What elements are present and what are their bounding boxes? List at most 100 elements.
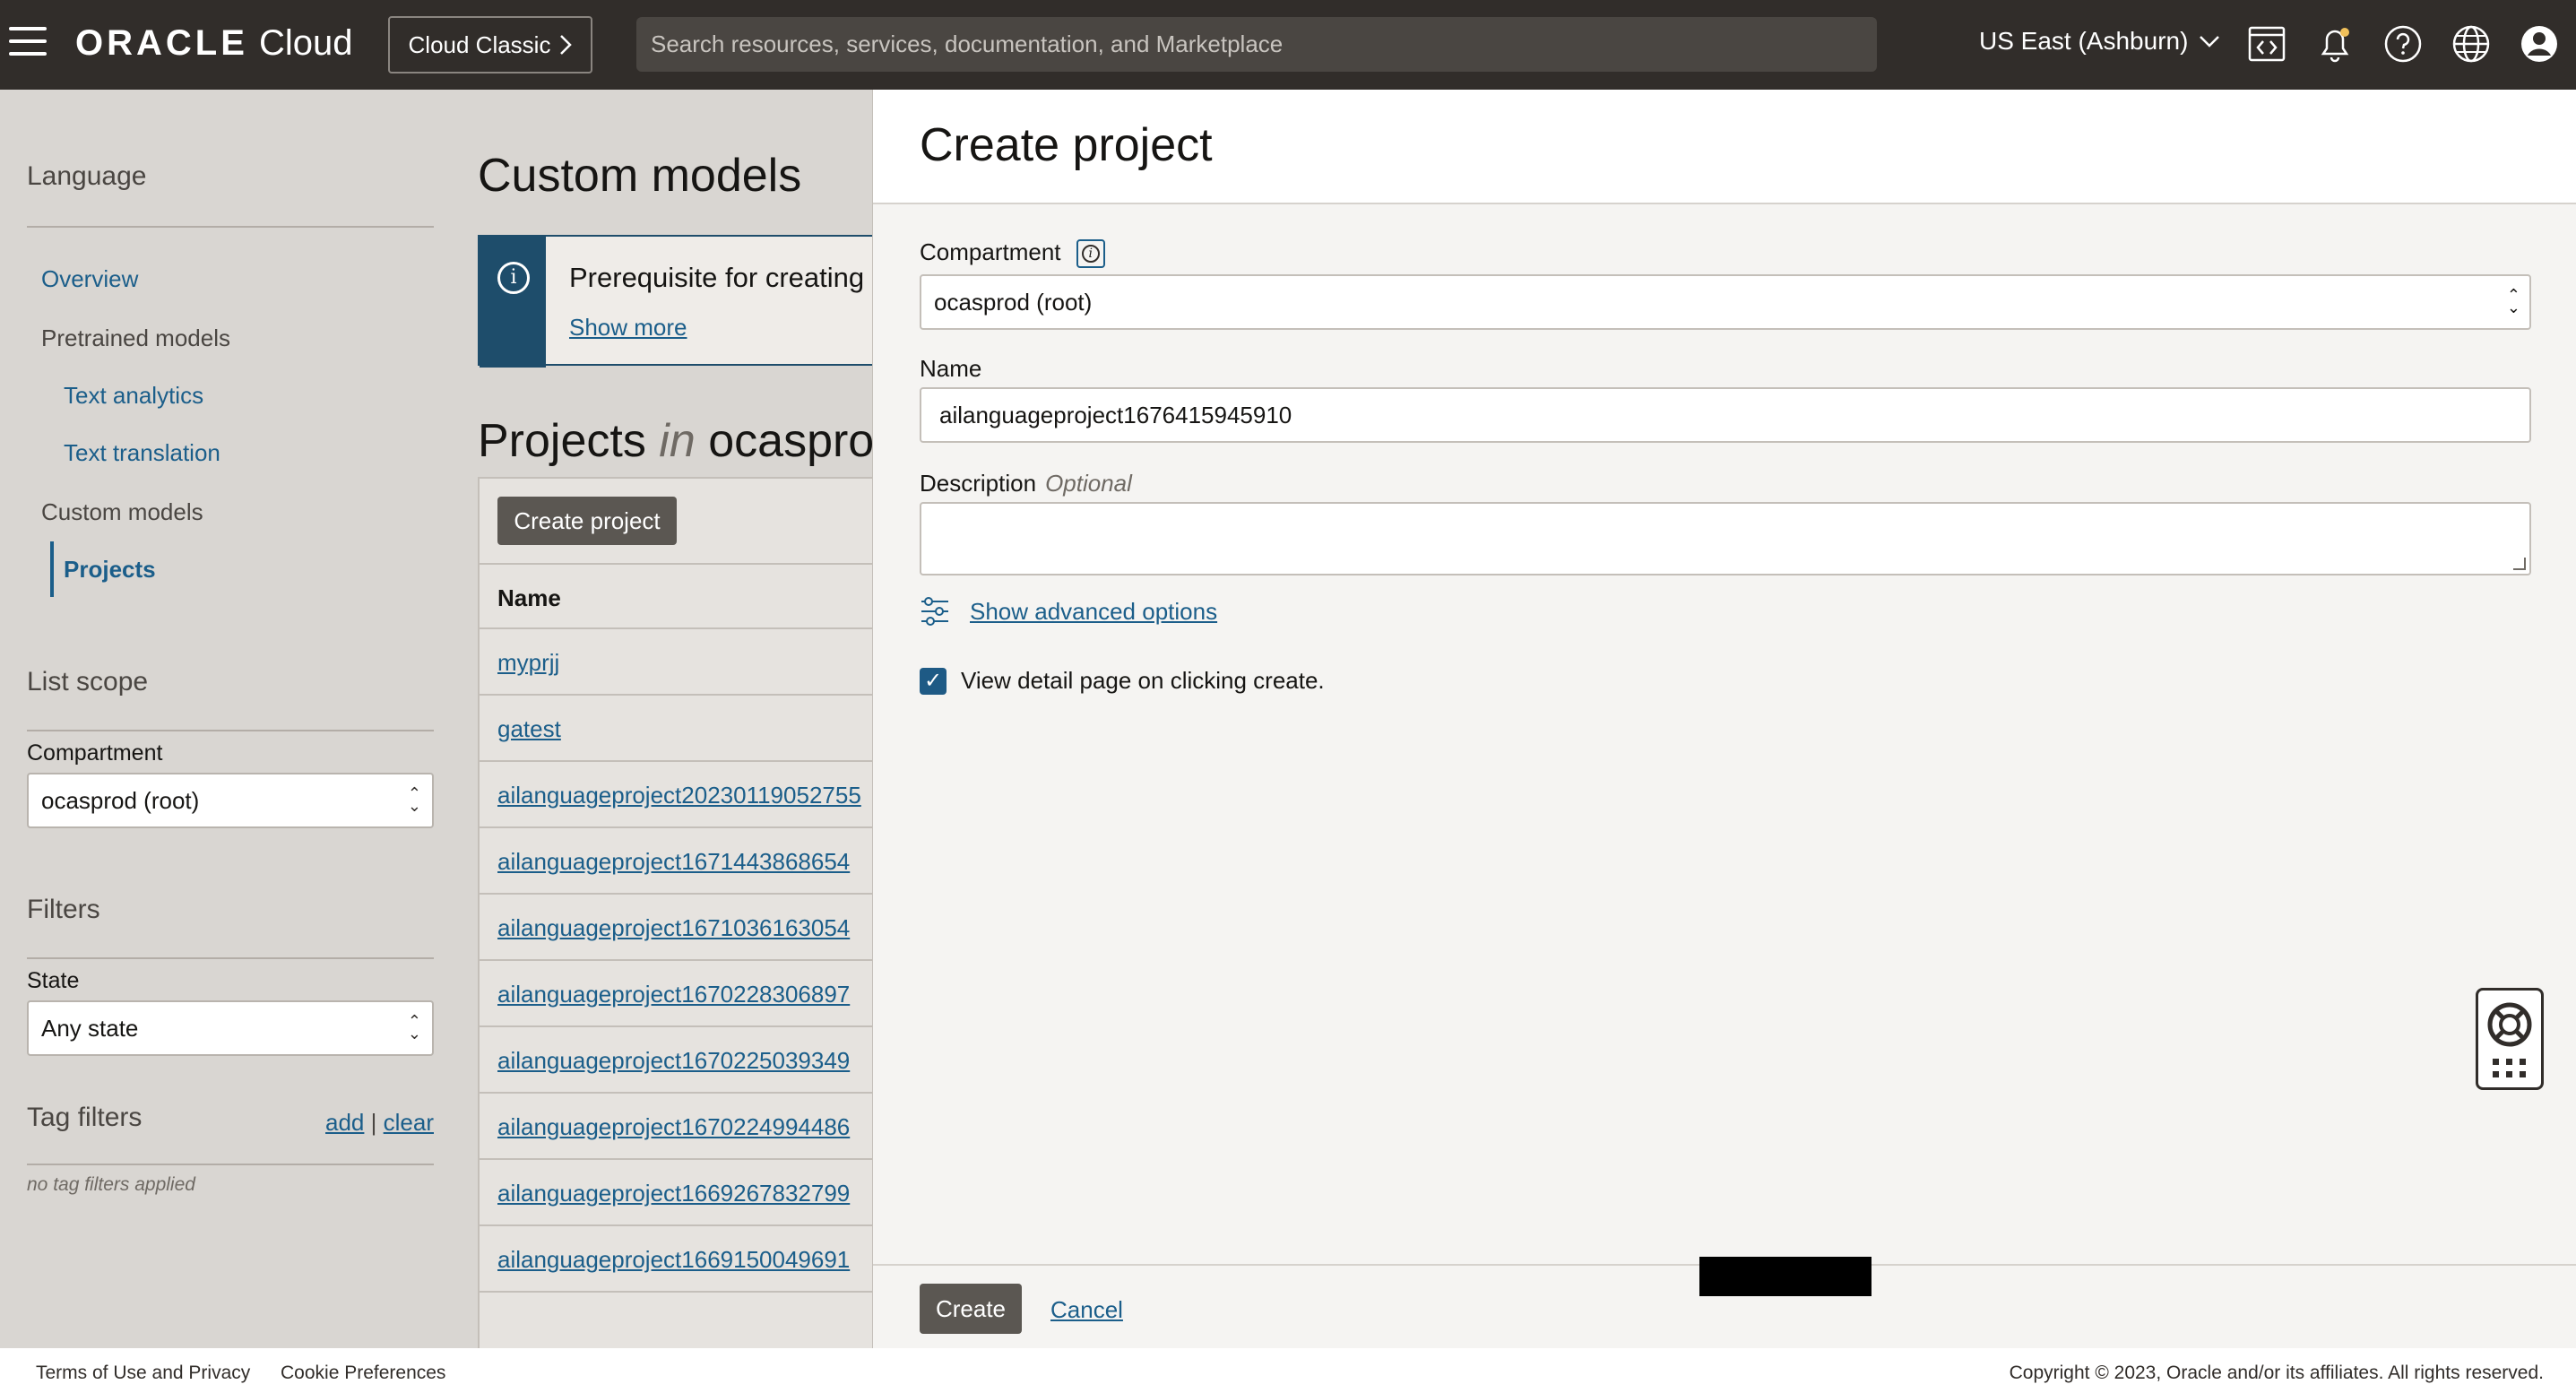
sidebar-item-text-analytics[interactable]: Text analytics: [64, 382, 203, 410]
divider: [27, 730, 434, 731]
project-link[interactable]: gatest: [497, 715, 561, 742]
state-select[interactable]: Any state ⌃ ⌄: [27, 1000, 434, 1056]
table-row: ailanguageproject1671036163054: [480, 895, 872, 961]
project-link[interactable]: ailanguageproject1670224994486: [497, 1113, 850, 1140]
page-footer: Terms of Use and Privacy Cookie Preferen…: [0, 1348, 2576, 1393]
checkmark-icon: ✓: [923, 668, 943, 693]
create-project-button[interactable]: Create project: [497, 497, 677, 545]
compartment-select[interactable]: ocasprod (root) ⌃ ⌄: [27, 773, 434, 828]
sidebar-title: Language: [27, 161, 147, 191]
compartment-label-text: Compartment: [920, 238, 1061, 265]
info-icon: i: [497, 262, 530, 294]
active-indicator: [50, 541, 54, 597]
tag-add-link[interactable]: add: [325, 1109, 364, 1136]
code-editor-icon[interactable]: [2246, 23, 2287, 65]
project-link[interactable]: ailanguageproject1669267832799: [497, 1180, 850, 1207]
view-detail-checkbox[interactable]: ✓: [920, 667, 947, 695]
divider: [27, 1164, 434, 1165]
create-button[interactable]: Create: [920, 1284, 1022, 1334]
resize-handle-icon[interactable]: [2513, 558, 2526, 570]
create-project-panel: Create project Compartment i ocasprod (r…: [872, 90, 2576, 1348]
divider: [27, 957, 434, 959]
project-link[interactable]: ailanguageproject20230119052755: [497, 782, 861, 809]
view-detail-checkbox-label[interactable]: View detail page on clicking create.: [961, 667, 1325, 695]
project-link[interactable]: ailanguageproject1671443868654: [497, 848, 850, 875]
terms-link[interactable]: Terms of Use and Privacy: [36, 1363, 250, 1384]
table-row: ailanguageproject1670225039349: [480, 1027, 872, 1094]
tag-separator: |: [370, 1109, 377, 1136]
oracle-cloud-logo[interactable]: ORACLE Cloud: [75, 23, 353, 64]
advanced-options-toggle[interactable]: Show advanced options: [920, 597, 1217, 626]
panel-title: Create project: [920, 119, 1213, 171]
show-more-link[interactable]: Show more: [569, 314, 687, 342]
cloud-classic-button[interactable]: Cloud Classic: [388, 16, 592, 74]
panel-header: Create project: [873, 90, 2576, 204]
cloud-classic-label: Cloud Classic: [408, 30, 551, 58]
compartment-field-label: Compartment i: [920, 238, 1105, 269]
cookie-preferences-link[interactable]: Cookie Preferences: [281, 1363, 445, 1384]
state-value: Any state: [41, 1014, 139, 1042]
info-banner: i Prerequisite for creating custom model…: [478, 235, 872, 368]
table-row: ailanguageproject20230119052755: [480, 762, 872, 828]
panel-footer: Create Cancel: [873, 1257, 2576, 1348]
lifebuoy-icon: [2487, 1002, 2532, 1047]
table-row: ailanguageproject1669150049691: [480, 1226, 872, 1293]
projects-title-compartment: ocasprod (root): [708, 415, 872, 467]
description-field-label: Description Optional: [920, 470, 1132, 497]
chevron-down-icon: [2200, 36, 2220, 48]
select-arrows-icon: ⌃ ⌄: [407, 784, 421, 815]
name-input[interactable]: ailanguageproject1676415945910: [920, 387, 2531, 443]
table-row: myprjj: [480, 629, 872, 696]
banner-accent: i: [480, 237, 546, 368]
help-icon[interactable]: [2382, 23, 2424, 65]
tag-clear-link[interactable]: clear: [384, 1109, 434, 1136]
bell-icon[interactable]: [2314, 23, 2356, 65]
cancel-link[interactable]: Cancel: [1050, 1296, 1123, 1324]
logo-product: Cloud: [259, 23, 353, 63]
table-row: ailanguageproject1669267832799: [480, 1160, 872, 1226]
state-label: State: [27, 968, 80, 993]
top-navigation-bar: ORACLE Cloud Cloud Classic US East (Ashb…: [0, 0, 2576, 90]
project-link[interactable]: myprjj: [497, 649, 559, 676]
info-icon[interactable]: i: [1076, 239, 1105, 269]
description-textarea[interactable]: [920, 502, 2531, 575]
projects-table: Create project Name myprjj gatest ailang…: [478, 477, 872, 1348]
chevron-right-icon: [560, 35, 573, 55]
projects-title: Projects in ocasprod (root): [478, 414, 872, 468]
project-link[interactable]: ailanguageproject1669150049691: [497, 1246, 850, 1273]
filters-heading: Filters: [27, 895, 100, 924]
optional-hint: Optional: [1045, 470, 1132, 497]
tag-filter-actions: add | clear: [325, 1109, 434, 1137]
region-label: US East (Ashburn): [1979, 27, 2189, 55]
view-detail-checkbox-row: ✓ View detail page on clicking create.: [920, 667, 1325, 695]
show-advanced-options-link[interactable]: Show advanced options: [970, 598, 1217, 626]
search-input[interactable]: [636, 17, 1877, 72]
select-arrows-icon: ⌃ ⌄: [2506, 286, 2520, 316]
table-row: ailanguageproject1671443868654: [480, 828, 872, 895]
divider: [27, 226, 434, 228]
table-row: ailanguageproject1670224994486: [480, 1094, 872, 1160]
name-label: Name: [920, 355, 982, 382]
help-widget[interactable]: [2476, 988, 2544, 1090]
sidebar-item-pretrained-models: Pretrained models: [41, 324, 230, 351]
menu-icon[interactable]: [9, 27, 47, 59]
sidebar-item-text-translation[interactable]: Text translation: [64, 439, 220, 467]
region-selector[interactable]: US East (Ashburn): [1979, 27, 2220, 56]
user-avatar-icon[interactable]: [2519, 23, 2560, 65]
sidebar-item-projects[interactable]: Projects: [64, 556, 156, 584]
compartment-select[interactable]: ocasprod (root) ⌃ ⌄: [920, 274, 2531, 330]
globe-icon[interactable]: [2451, 23, 2492, 65]
description-label-text: Description: [920, 470, 1037, 497]
main-content: Custom models i Prerequisite for creatin…: [478, 90, 872, 1348]
sliders-icon: [921, 597, 948, 626]
copyright-text: Copyright © 2023, Oracle and/or its affi…: [2009, 1363, 2544, 1383]
select-arrows-icon: ⌃ ⌄: [407, 1012, 421, 1043]
banner-text: Prerequisite for creating custom models: [569, 262, 872, 293]
sidebar-item-custom-models: Custom models: [41, 498, 203, 525]
column-header-name[interactable]: Name: [480, 563, 872, 629]
project-link[interactable]: ailanguageproject1670228306897: [497, 981, 850, 1008]
project-link[interactable]: ailanguageproject1670225039349: [497, 1047, 850, 1074]
project-link[interactable]: ailanguageproject1671036163054: [497, 914, 850, 941]
sidebar-item-overview[interactable]: Overview: [41, 265, 138, 293]
sidebar: Language Overview Pretrained models Text…: [0, 90, 478, 1348]
